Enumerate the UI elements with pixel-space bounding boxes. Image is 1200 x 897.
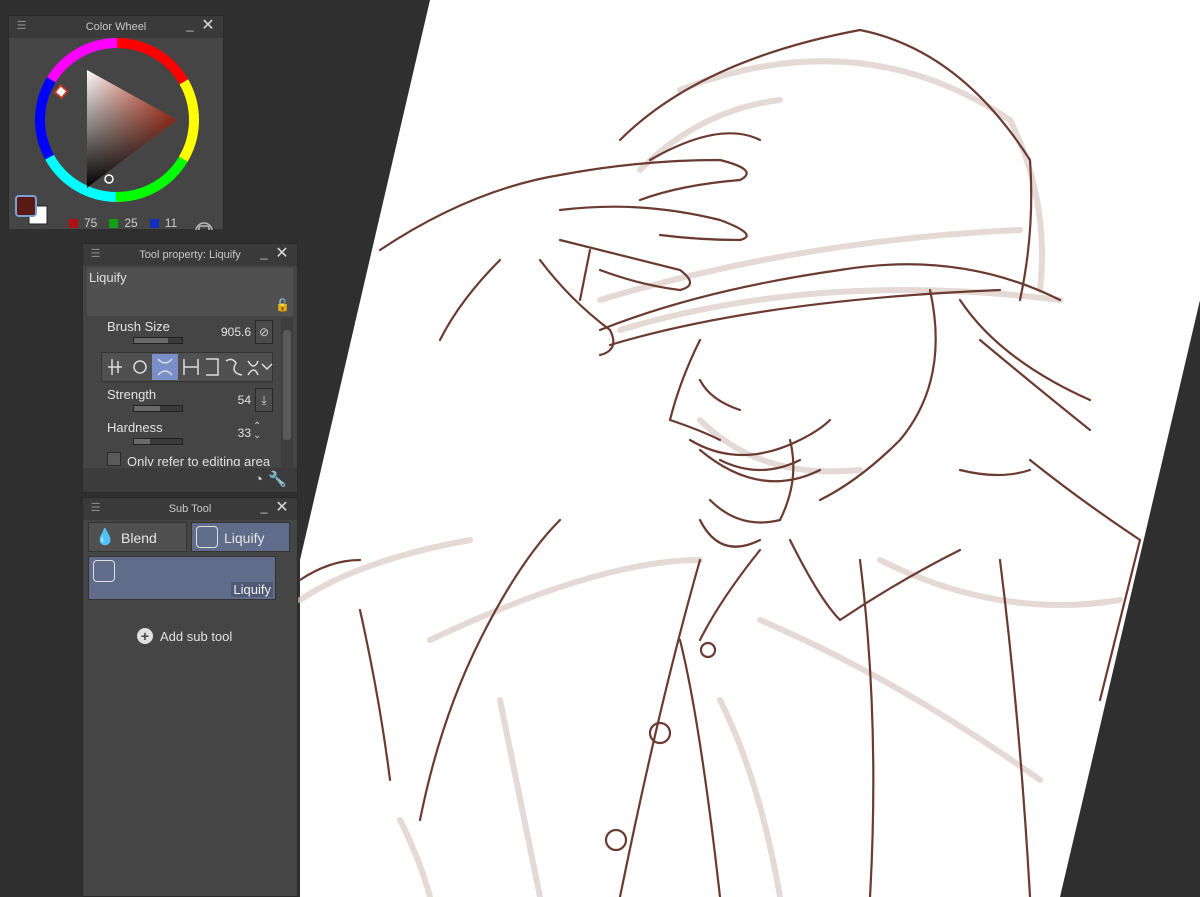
scrollbar-thumb[interactable]	[283, 330, 291, 440]
hue-marker	[53, 83, 69, 100]
lock-icon[interactable]: 🔓	[275, 298, 290, 312]
blue-value[interactable]: 11	[165, 216, 177, 230]
close-icon[interactable]: ✕	[201, 17, 215, 35]
close-icon[interactable]: ✕	[275, 245, 289, 263]
twist-right-icon	[247, 360, 259, 376]
hardness-spinner-icon[interactable]: ⌃ ⌄	[253, 422, 261, 441]
wrench-icon[interactable]: 🔧	[268, 470, 287, 488]
main-color-swatch	[15, 195, 37, 217]
tool-name: Liquify	[89, 270, 127, 285]
push-left-icon	[183, 359, 199, 375]
tool-property-panel: ☰ Tool property: Liquify _ ✕ Liquify 🔓 B…	[82, 243, 298, 493]
strength-fill	[134, 406, 160, 411]
editing-area-label: Only refer to editing area	[127, 454, 271, 466]
liquify-icon	[196, 526, 218, 548]
minimize-icon[interactable]: _	[257, 500, 271, 516]
sub-tool-titlebar[interactable]: ☰ Sub Tool _ ✕	[83, 498, 297, 520]
brush-size-pressure-button[interactable]: ⊘	[255, 320, 273, 344]
editing-area-checkbox[interactable]	[107, 452, 121, 466]
menu-icon[interactable]: ☰	[90, 503, 101, 514]
liquify-grid-icon	[93, 560, 115, 582]
tab-liquify-label: Liquify	[224, 530, 265, 546]
reset-icon[interactable]: ◔	[254, 471, 263, 488]
liquify-mode-row	[101, 352, 273, 382]
hardness-row: Hardness 33 ⌃ ⌄	[97, 420, 273, 450]
tab-liquify[interactable]: Liquify	[191, 522, 290, 552]
green-value[interactable]: 25	[124, 216, 137, 230]
hardness-value[interactable]: 33	[238, 426, 251, 440]
tool-property-scrollbar[interactable]	[281, 318, 293, 468]
paper-sheet	[300, 0, 1200, 897]
tab-blend-label: Blend	[121, 530, 157, 546]
strength-value[interactable]: 54	[238, 393, 251, 407]
minimize-icon[interactable]: _	[257, 246, 271, 262]
add-sub-tool-label: Add sub tool	[160, 628, 233, 644]
red-value[interactable]: 75	[84, 216, 97, 230]
hardness-fill	[134, 439, 150, 444]
expand-icon	[133, 360, 147, 374]
color-wheel-graphic[interactable]	[9, 38, 225, 240]
green-swatch	[109, 218, 119, 228]
blend-icon: 💧	[95, 529, 115, 546]
tool-property-titlebar[interactable]: ☰ Tool property: Liquify _ ✕	[83, 244, 297, 266]
minimize-icon[interactable]: _	[183, 18, 197, 34]
mode-selected-highlight	[152, 354, 178, 380]
color-wheel-title: Color Wheel	[85, 21, 147, 33]
sub-tool-title: Sub Tool	[168, 503, 212, 515]
brush-size-label: Brush Size	[107, 319, 170, 334]
add-icon: +	[137, 628, 153, 644]
twist-left-icon	[225, 358, 243, 376]
color-wheel-titlebar[interactable]: ☰ Color Wheel _ ✕	[9, 16, 223, 38]
wheel-mode-icon[interactable]	[195, 222, 213, 240]
brush-size-row: Brush Size 905.6 ⌃⌄	[97, 319, 273, 349]
mode-dropdown-icon	[261, 363, 273, 371]
blue-swatch	[149, 218, 159, 228]
tab-blend[interactable]: 💧 Blend	[88, 522, 187, 552]
tool-property-footer: ◔ 🔧	[83, 468, 297, 492]
color-wheel-body: 75 25 11	[9, 38, 225, 240]
hardness-slider[interactable]	[133, 438, 183, 445]
sub-tool-item-label: Liquify	[231, 582, 273, 597]
menu-icon[interactable]: ☰	[16, 21, 27, 32]
sv-triangle[interactable]	[87, 70, 177, 188]
strength-label: Strength	[107, 387, 157, 402]
add-sub-tool-button[interactable]: + Add sub tool	[137, 628, 232, 644]
sv-marker	[104, 174, 114, 184]
sub-tool-panel: ☰ Sub Tool _ ✕ 💧 Blend Liquify Liquify +…	[82, 497, 298, 897]
brush-size-slider[interactable]	[133, 337, 183, 344]
sub-tool-item-liquify[interactable]: Liquify	[88, 556, 276, 600]
brush-size-value[interactable]: 905.6	[221, 325, 251, 339]
editing-area-checkbox-row[interactable]: Only refer to editing area	[107, 452, 270, 466]
strength-row: Strength 54 ⌃⌄	[97, 387, 273, 417]
hardness-label: Hardness	[107, 420, 163, 435]
strength-slider[interactable]	[133, 405, 183, 412]
rgb-readout: 75 25 11	[69, 216, 189, 230]
color-wheel-panel: ☰ Color Wheel _ ✕ 75 25 11	[8, 15, 225, 240]
brush-size-fill	[134, 338, 168, 343]
strength-download-button[interactable]: ⤓	[255, 388, 273, 412]
red-swatch	[69, 218, 78, 228]
tool-property-title: Tool property: Liquify	[139, 249, 241, 261]
tool-name-box: Liquify 🔓	[87, 268, 293, 316]
push-icon	[108, 359, 122, 375]
close-icon[interactable]: ✕	[275, 499, 289, 517]
menu-icon[interactable]: ☰	[90, 249, 101, 260]
push-right-icon	[206, 358, 219, 376]
